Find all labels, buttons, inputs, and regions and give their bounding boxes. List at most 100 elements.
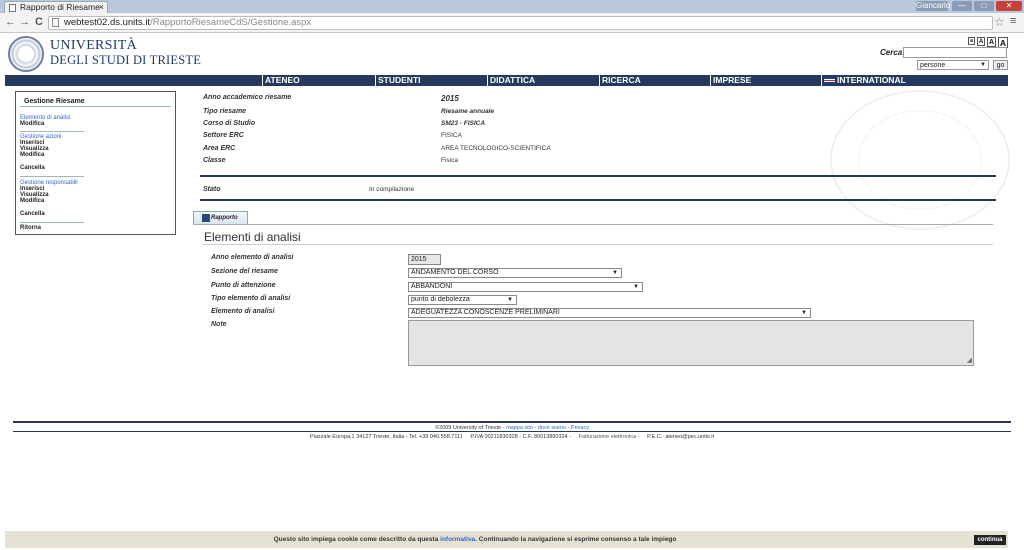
label-elemento-analisi: Elemento di analisi: [211, 308, 275, 315]
chevron-down-icon: ▼: [801, 310, 807, 316]
user-button[interactable]: Giancarlo: [916, 1, 950, 11]
font-size-normal-button[interactable]: A: [977, 37, 985, 46]
nav-didattica[interactable]: DIDATTICA: [487, 75, 599, 86]
value-stato: In compilazione: [369, 186, 415, 193]
bookmark-star-icon[interactable]: ☆: [994, 15, 1005, 29]
close-window-icon[interactable]: ✕: [996, 1, 1022, 11]
note-textarea[interactable]: ◢: [408, 320, 974, 366]
nav-imprese[interactable]: IMPRESE: [710, 75, 821, 86]
browser-tab[interactable]: Rapporto di Riesame ×: [4, 1, 108, 13]
sidebar-action-modifica[interactable]: Modifica: [20, 198, 44, 204]
value-area-erc: AREA TECNOLOGICO-SCIENTIFICA: [441, 145, 551, 152]
search-label: Cerca:: [880, 48, 905, 57]
nav-ricerca[interactable]: RICERCA: [599, 75, 710, 86]
forward-icon[interactable]: →: [19, 16, 30, 29]
footer-divider: [13, 431, 1011, 432]
footer-divider: [13, 421, 1011, 423]
cookie-text-after: . Continuando la navigazione si esprime …: [475, 536, 677, 543]
university-seal-logo[interactable]: [8, 36, 44, 72]
footer-address-text: Piazzale Europa,1 34127 Trieste, Italia …: [309, 434, 463, 440]
report-grid-icon: [202, 214, 210, 222]
nav-studenti[interactable]: STUDENTI: [375, 75, 487, 86]
divider: [20, 222, 84, 223]
value-settore-erc: FISICA: [441, 132, 462, 139]
divider: [193, 224, 993, 225]
divider: [20, 131, 84, 132]
cookie-info-link[interactable]: informativa: [440, 536, 475, 543]
tab-close-icon[interactable]: ×: [99, 2, 104, 13]
tab-bar: Rapporto di Riesame × Giancarlo — □ ✕: [0, 0, 1024, 13]
elemento-analisi-select[interactable]: ADEGUATEZZA CONOSCENZE PRELIMINARI ▼: [408, 308, 811, 318]
sezione-riesame-select[interactable]: ANDAMENTO DEL CORSO ▼: [408, 268, 622, 278]
value-classe: Fisica: [441, 157, 458, 164]
tipo-elemento-select[interactable]: punto di debolezza ▼: [408, 295, 517, 305]
punto-attenzione-value: ABBANDONI: [411, 283, 453, 290]
section-title: Elementi di analisi: [204, 230, 301, 244]
page-icon: [9, 4, 16, 12]
url-path: /RapportoRiesameCdS/Gestione.aspx: [150, 17, 312, 28]
maximize-icon[interactable]: □: [974, 1, 994, 11]
tab-rapporto[interactable]: Rapporto: [193, 211, 248, 224]
cookie-continue-button[interactable]: continua: [974, 535, 1006, 545]
url-input[interactable]: webtest02.ds.units.it/RapportoRiesameCdS…: [48, 16, 993, 30]
label-tipo-elemento: Tipo elemento di analisi: [211, 295, 291, 302]
nav-international[interactable]: INTERNATIONAL: [821, 75, 1008, 86]
chevron-down-icon: ▼: [507, 297, 513, 303]
sidebar-action-modifica[interactable]: Modifica: [20, 121, 44, 127]
university-name-line1[interactable]: UNIVERSITÀ: [50, 38, 137, 54]
nav-ateneo[interactable]: ATENEO: [262, 75, 375, 86]
font-size-small-button[interactable]: a: [968, 37, 975, 45]
value-corso-di-studio: SM23 - FISICA: [441, 120, 486, 127]
tipo-elemento-value: punto di debolezza: [411, 296, 470, 303]
cookie-text-before: Questo sito impiega cookie come descritt…: [273, 536, 439, 543]
minimize-icon[interactable]: —: [952, 1, 972, 11]
search-input[interactable]: [903, 47, 1007, 58]
sidebar-back-link[interactable]: Ritorna: [20, 225, 41, 231]
browser-menu-icon[interactable]: ≡: [1010, 15, 1016, 27]
value-anno-accademico: 2015: [441, 94, 459, 103]
punto-attenzione-select[interactable]: ABBANDONI ▼: [408, 282, 643, 292]
chevron-down-icon: ▼: [980, 62, 986, 68]
reload-icon[interactable]: C: [35, 16, 43, 29]
uk-flag-icon: [824, 77, 835, 84]
font-size-large-button[interactable]: A: [987, 37, 996, 47]
label-area-erc: Area ERC: [203, 145, 236, 152]
value-tipo-riesame: Riesame annuale: [441, 108, 495, 115]
footer-pec: P.E.C.: ateneo@pec.units.it: [647, 434, 715, 440]
anno-elemento-field[interactable]: 2015: [408, 254, 441, 265]
search-go-button[interactable]: go: [993, 60, 1008, 70]
sidebar-action-cancella[interactable]: Cancella: [20, 165, 45, 171]
browser-chrome: Rapporto di Riesame × Giancarlo — □ ✕ ← …: [0, 0, 1024, 33]
label-corso-di-studio: Corso di Studio: [203, 120, 256, 127]
label-anno-elemento: Anno elemento di analisi: [211, 254, 294, 261]
chevron-down-icon: ▼: [612, 270, 618, 276]
sezione-riesame-value: ANDAMENTO DEL CORSO: [411, 269, 499, 276]
divider: [20, 176, 84, 177]
label-punto-attenzione: Punto di attenzione: [211, 282, 276, 289]
resize-grip-icon[interactable]: ◢: [967, 357, 972, 364]
sidebar: Gestione Riesame Elemento di analisi Mod…: [15, 91, 176, 235]
label-tipo-riesame: Tipo riesame: [203, 108, 247, 115]
cookie-text: Questo sito impiega cookie come descritt…: [5, 536, 945, 543]
address-bar-row: ← → C webtest02.ds.units.it/RapportoRies…: [0, 13, 1024, 33]
footer-link-fatturazione[interactable]: Fatturazione elettronica -: [579, 434, 640, 440]
search-scope-value: persone: [920, 62, 946, 69]
label-stato: Stato: [203, 186, 221, 193]
university-name-line2[interactable]: DEGLI STUDI DI TRIESTE: [50, 53, 201, 68]
watermark-seal-inner: [858, 110, 982, 210]
label-note: Note: [211, 321, 227, 328]
chevron-down-icon: ▼: [633, 284, 639, 290]
search-scope-select[interactable]: persone ▼: [917, 60, 989, 70]
main-nav-bar: ATENEO STUDENTI DIDATTICA RICERCA IMPRES…: [5, 75, 1008, 86]
back-icon[interactable]: ←: [5, 16, 16, 29]
cookie-banner: Questo sito impiega cookie come descritt…: [5, 531, 1008, 548]
sidebar-title: Gestione Riesame: [24, 98, 85, 105]
label-settore-erc: Settore ERC: [203, 132, 244, 139]
nav-international-label: INTERNATIONAL: [837, 75, 906, 85]
sidebar-action-modifica[interactable]: Modifica: [20, 152, 44, 158]
divider: [203, 244, 993, 245]
sidebar-action-cancella[interactable]: Cancella: [20, 211, 45, 217]
divider: [200, 175, 996, 177]
divider: [200, 199, 996, 201]
label-anno-accademico: Anno accademico riesame: [203, 94, 292, 101]
